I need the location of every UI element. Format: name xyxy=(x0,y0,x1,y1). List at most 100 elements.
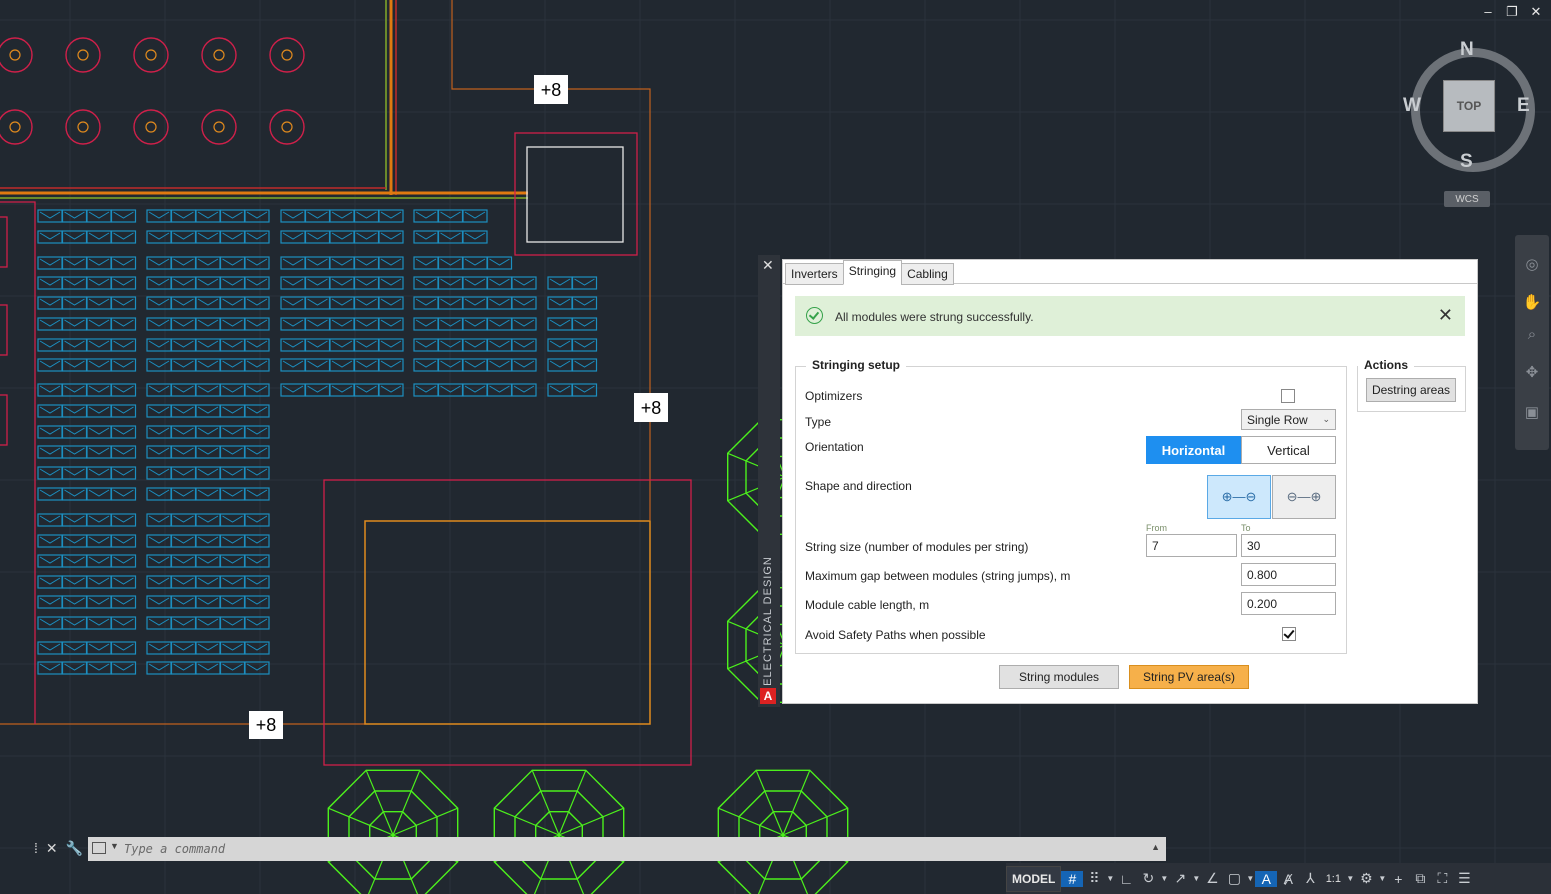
actions-title: Actions xyxy=(1358,358,1415,372)
close-command-icon[interactable]: ✕ xyxy=(46,840,58,857)
direction-minus-plus-button[interactable]: ⊖—⊕ xyxy=(1272,475,1336,519)
orientation-horizontal[interactable]: Horizontal xyxy=(1146,436,1241,464)
chevron-down-icon[interactable]: ▼ xyxy=(1105,874,1115,883)
angle-icon[interactable]: ∠ xyxy=(1201,870,1223,887)
optimizers-checkbox[interactable] xyxy=(1281,389,1295,403)
viewcube[interactable]: N S E W TOP WCS xyxy=(1403,38,1535,213)
window-controls: – ❐ ✕ xyxy=(1481,4,1543,20)
wcs-menu[interactable]: WCS xyxy=(1444,191,1490,207)
restore-icon[interactable]: ❐ xyxy=(1505,4,1519,20)
pv-table xyxy=(37,256,137,270)
tab-inverters[interactable]: Inverters xyxy=(785,263,844,285)
ortho-icon[interactable]: ∟ xyxy=(1115,871,1137,887)
destring-areas-button[interactable]: Destring areas xyxy=(1366,378,1456,402)
pv-table xyxy=(280,209,404,223)
compass-south[interactable]: S xyxy=(1460,151,1473,173)
fullscreen-icon[interactable]: ⛶ xyxy=(1431,870,1453,887)
chevron-down-icon[interactable]: ▼ xyxy=(110,841,119,851)
from-label: From xyxy=(1146,523,1167,533)
pole-symbol xyxy=(201,109,237,145)
pv-table xyxy=(413,358,537,372)
type-label: Type xyxy=(805,415,832,429)
type-select[interactable]: Single Row ⌄ xyxy=(1241,409,1336,430)
pv-table xyxy=(37,338,137,352)
drawing-labels: +8 +8 +8 xyxy=(249,75,668,739)
pole-symbol xyxy=(0,37,33,73)
chevron-down-icon[interactable]: ▼ xyxy=(1191,874,1201,883)
pv-table xyxy=(37,641,137,655)
orientation-label: Orientation xyxy=(805,440,864,454)
zoom-icon[interactable]: ⌕ xyxy=(1522,325,1542,345)
steering-wheel-icon[interactable]: ◎ xyxy=(1522,255,1542,275)
pv-table xyxy=(413,317,537,331)
tree-symbol xyxy=(717,769,849,894)
autoscale-icon[interactable]: ⅄ xyxy=(1299,870,1321,887)
pv-table xyxy=(37,209,137,223)
pv-table xyxy=(37,358,137,372)
alert-close-icon[interactable]: ✕ xyxy=(1438,306,1453,324)
pole-symbol xyxy=(65,37,101,73)
close-icon[interactable]: ✕ xyxy=(1529,4,1543,20)
success-alert: All modules were strung successfully. ✕ xyxy=(795,296,1465,336)
palette-side-strip[interactable]: ✕ ELECTRICAL DESIGN A xyxy=(758,255,780,707)
compass-west[interactable]: W xyxy=(1403,95,1421,117)
pv-table xyxy=(37,383,137,397)
chevron-up-icon[interactable]: ▲ xyxy=(1151,842,1160,852)
pole-symbol xyxy=(269,37,305,73)
string-pv-areas-button[interactable]: String PV area(s) xyxy=(1129,665,1249,689)
pv-table xyxy=(280,358,404,372)
osnap-icon[interactable]: ▢ xyxy=(1223,870,1245,887)
height-label: +8 xyxy=(541,80,562,100)
chevron-down-icon[interactable]: ▼ xyxy=(1377,874,1387,883)
isolate-icon[interactable]: ⧉ xyxy=(1409,870,1431,887)
string-size-to-input[interactable]: 30 xyxy=(1241,534,1336,557)
isodraft-icon[interactable]: ↗ xyxy=(1169,870,1191,887)
app-logo-icon[interactable]: A xyxy=(760,688,776,704)
gear-icon[interactable]: ⚙ xyxy=(1355,870,1377,887)
cable-length-label: Module cable length, m xyxy=(805,598,930,612)
cable-length-input[interactable]: 0.200 xyxy=(1241,592,1336,615)
minimize-icon[interactable]: – xyxy=(1481,4,1495,20)
pv-table xyxy=(280,230,404,244)
wrench-icon[interactable]: 🔧 xyxy=(66,840,83,857)
grid-icon[interactable]: # xyxy=(1061,870,1084,887)
plus-icon[interactable]: + xyxy=(1387,871,1409,887)
command-input[interactable]: Type a command xyxy=(124,842,225,856)
orbit-icon[interactable]: ✥ xyxy=(1522,363,1542,383)
max-gap-input[interactable]: 0.800 xyxy=(1241,563,1336,586)
menu-icon[interactable]: ☰ xyxy=(1453,870,1475,887)
snap-icon[interactable]: ⠿ xyxy=(1083,870,1105,887)
pole-symbol xyxy=(0,109,33,145)
compass-east[interactable]: E xyxy=(1517,95,1530,117)
tab-stringing[interactable]: Stringing xyxy=(842,260,903,285)
navigation-bar: ◎ ✋ ⌕ ✥ ▣ xyxy=(1515,235,1549,450)
model-space-button[interactable]: MODEL xyxy=(1006,865,1062,892)
annotation-scale[interactable]: 1:1 xyxy=(1321,873,1345,885)
orientation-vertical[interactable]: Vertical xyxy=(1241,436,1336,464)
to-label: To xyxy=(1241,523,1251,533)
pole-symbol xyxy=(133,37,169,73)
annotation-visibility-icon[interactable]: Ⱥ xyxy=(1277,871,1299,887)
chevron-down-icon[interactable]: ▼ xyxy=(1345,874,1355,883)
string-size-label: String size (number of modules per strin… xyxy=(805,540,1029,554)
direction-plus-minus-button[interactable]: ⊕—⊖ xyxy=(1207,475,1271,519)
command-prompt-icon[interactable] xyxy=(92,842,106,854)
compass-north[interactable]: N xyxy=(1460,39,1474,61)
annotation-icon[interactable]: A xyxy=(1255,870,1278,887)
command-line[interactable]: ▼ Type a command ▲ xyxy=(88,837,1166,861)
avoid-safety-checkbox[interactable] xyxy=(1282,627,1296,641)
electrical-design-palette: ✕ ELECTRICAL DESIGN A Inverters Stringin… xyxy=(758,255,1478,707)
pan-icon[interactable]: ✋ xyxy=(1522,293,1542,313)
tab-cabling[interactable]: Cabling xyxy=(901,263,954,285)
palette-title: ELECTRICAL DESIGN xyxy=(762,556,774,686)
polar-icon[interactable]: ↻ xyxy=(1137,870,1159,887)
palette-close-icon[interactable]: ✕ xyxy=(762,257,774,274)
string-size-from-input[interactable]: 7 xyxy=(1146,534,1237,557)
height-label: +8 xyxy=(256,715,277,735)
grip-icon[interactable]: ⁞ xyxy=(34,840,38,857)
viewcube-top-face[interactable]: TOP xyxy=(1443,80,1495,132)
showmotion-icon[interactable]: ▣ xyxy=(1522,403,1542,423)
string-modules-button[interactable]: String modules xyxy=(999,665,1119,689)
chevron-down-icon[interactable]: ▼ xyxy=(1159,874,1169,883)
chevron-down-icon[interactable]: ▼ xyxy=(1245,874,1255,883)
